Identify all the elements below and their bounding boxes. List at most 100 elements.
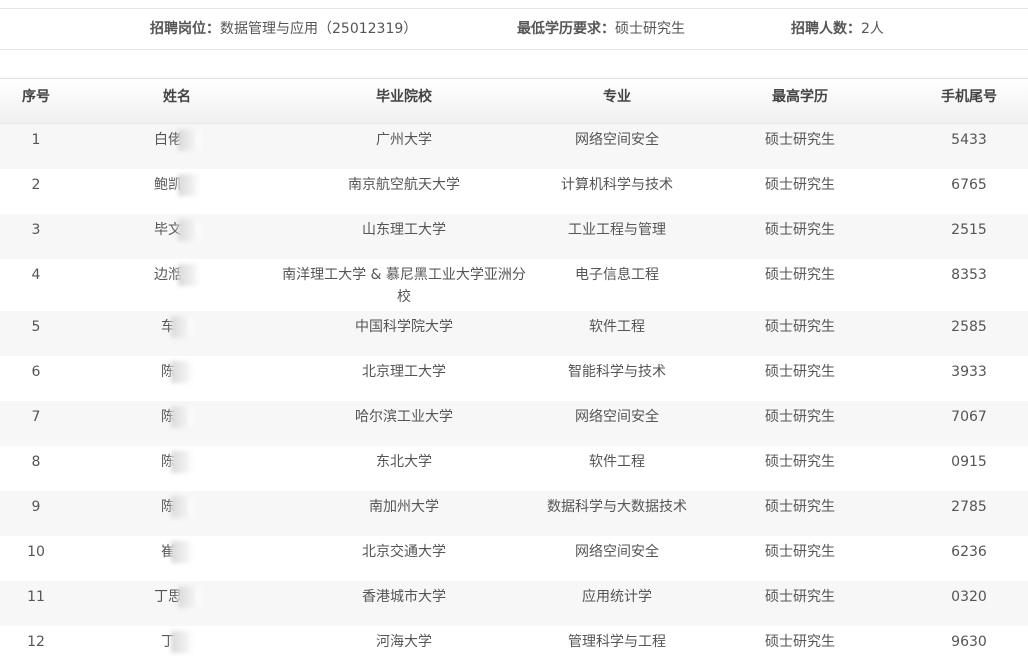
education-label: 最低学历要求： [517,21,615,37]
cell-major: 工业工程与管理 [568,222,666,238]
cell-name: 边湉 [110,259,244,286]
candidate-table: 序号 姓名 毕业院校 专业 最高学历 手机尾号 1 白佬 广州大学 网络空间安全 硕士研… [0,78,1028,671]
education-info: 最低学历要求：硕士研究生 [517,9,685,49]
recruitment-info-bar: 招聘岗位：数据管理与应用（25012319） 最低学历要求：硕士研究生 招聘人数… [0,9,1028,50]
cell-seq: 2 [31,177,41,193]
name-text-wrap: 边湉 [154,264,200,286]
table-row: 4 边湉 南洋理工大学 & 慕尼黑工业大学亚洲分校 电子信息工程 硕士研究生 8353 [0,259,1028,311]
name-redaction-mask [171,316,193,338]
position-label: 招聘岗位： [150,21,220,37]
cell-seq: 5 [31,319,41,335]
table-row: 3 毕文 山东理工大学 工业工程与管理 硕士研究生 2515 [0,214,1028,259]
cell-name: 毕文 [110,214,244,241]
cell-degree: 硕士研究生 [765,544,835,560]
name-redaction-mask [171,361,193,383]
cell-degree: 硕士研究生 [765,132,835,148]
name-text-wrap: 丁 [161,631,193,653]
name-redaction-mask [171,631,193,653]
name-redaction-mask [171,541,193,563]
cell-phone: 8353 [951,267,987,283]
cell-school: 南洋理工大学 & 慕尼黑工业大学亚洲分校 [282,267,526,305]
cell-name: 车 [110,311,244,338]
cell-phone: 2785 [951,499,987,515]
cell-major: 网络空间安全 [575,409,659,425]
cell-seq: 10 [27,544,45,560]
table-row: 12 丁 河海大学 管理科学与工程 硕士研究生 9630 [0,626,1028,671]
table-row: 10 崔 北京交通大学 网络空间安全 硕士研究生 6236 [0,536,1028,581]
name-redaction-mask [178,129,200,151]
cell-degree: 硕士研究生 [765,177,835,193]
name-redaction-mask [178,264,200,286]
name-text-wrap: 丁思 [154,586,200,608]
name-redaction-mask [171,406,193,428]
cell-seq: 12 [27,634,45,650]
header-name: 姓名 [163,89,191,105]
header-seq: 序号 [22,89,50,105]
cell-phone: 3933 [951,364,987,380]
name-redaction-mask [178,174,200,196]
header-phone: 手机尾号 [941,89,997,105]
name-text-wrap: 毕文 [154,219,200,241]
table-row: 6 陈 北京理工大学 智能科学与技术 硕士研究生 3933 [0,356,1028,401]
cell-school: 南加州大学 [369,499,439,515]
cell-degree: 硕士研究生 [765,634,835,650]
header-school: 毕业院校 [376,89,432,105]
header-major: 专业 [603,89,631,105]
cell-major: 软件工程 [589,319,645,335]
cell-major: 网络空间安全 [575,132,659,148]
name-redaction-mask [178,219,200,241]
cell-phone: 2585 [951,319,987,335]
cell-seq: 1 [31,132,41,148]
cell-phone: 2515 [951,222,987,238]
cell-name: 丁 [110,626,244,653]
cell-major: 数据科学与大数据技术 [547,499,687,515]
cell-degree: 硕士研究生 [765,222,835,238]
name-text-wrap: 陈 [161,496,193,518]
position-value: 数据管理与应用（25012319） [220,21,418,37]
name-text-wrap: 崔 [161,541,193,563]
cell-seq: 6 [31,364,41,380]
cell-name: 陈 [110,491,244,518]
cell-degree: 硕士研究生 [765,499,835,515]
cell-major: 计算机科学与技术 [561,177,673,193]
name-redaction-mask [178,586,200,608]
name-text-wrap: 白佬 [154,129,200,151]
table-row: 5 车 中国科学院大学 软件工程 硕士研究生 2585 [0,311,1028,356]
cell-school: 河海大学 [376,634,432,650]
table-body: 1 白佬 广州大学 网络空间安全 硕士研究生 5433 2 鲍凯 南京航空航天大学 计算机科学与技… [0,124,1028,671]
cell-phone: 6765 [951,177,987,193]
table-row: 8 陈 东北大学 软件工程 硕士研究生 0915 [0,446,1028,491]
position-info: 招聘岗位：数据管理与应用（25012319） [150,9,417,49]
count-value: 2人 [861,21,884,37]
name-text-wrap: 陈 [161,406,193,428]
cell-name: 崔 [110,536,244,563]
cell-school: 中国科学院大学 [355,319,453,335]
name-text-wrap: 鲍凯 [154,174,200,196]
cell-name: 陈 [110,401,244,428]
cell-phone: 5433 [951,132,987,148]
cell-degree: 硕士研究生 [765,267,835,283]
cell-school: 香港城市大学 [362,589,446,605]
name-text-wrap: 陈 [161,451,193,473]
cell-seq: 11 [27,589,45,605]
cell-major: 软件工程 [589,454,645,470]
table-row: 9 陈 南加州大学 数据科学与大数据技术 硕士研究生 2785 [0,491,1028,536]
cell-school: 东北大学 [376,454,432,470]
cell-school: 哈尔滨工业大学 [355,409,453,425]
cell-major: 管理科学与工程 [568,634,666,650]
cell-phone: 7067 [951,409,987,425]
count-label: 招聘人数： [791,21,861,37]
cell-degree: 硕士研究生 [765,319,835,335]
cell-seq: 7 [31,409,41,425]
cell-degree: 硕士研究生 [765,589,835,605]
cell-school: 广州大学 [376,132,432,148]
cell-major: 网络空间安全 [575,544,659,560]
header-degree: 最高学历 [772,89,828,105]
name-text-wrap: 陈 [161,361,193,383]
cell-school: 山东理工大学 [362,222,446,238]
table-row: 11 丁思 香港城市大学 应用统计学 硕士研究生 0320 [0,581,1028,626]
cell-major: 电子信息工程 [575,267,659,283]
table-row: 2 鲍凯 南京航空航天大学 计算机科学与技术 硕士研究生 6765 [0,169,1028,214]
cell-school: 南京航空航天大学 [348,177,460,193]
table-row: 1 白佬 广州大学 网络空间安全 硕士研究生 5433 [0,124,1028,169]
